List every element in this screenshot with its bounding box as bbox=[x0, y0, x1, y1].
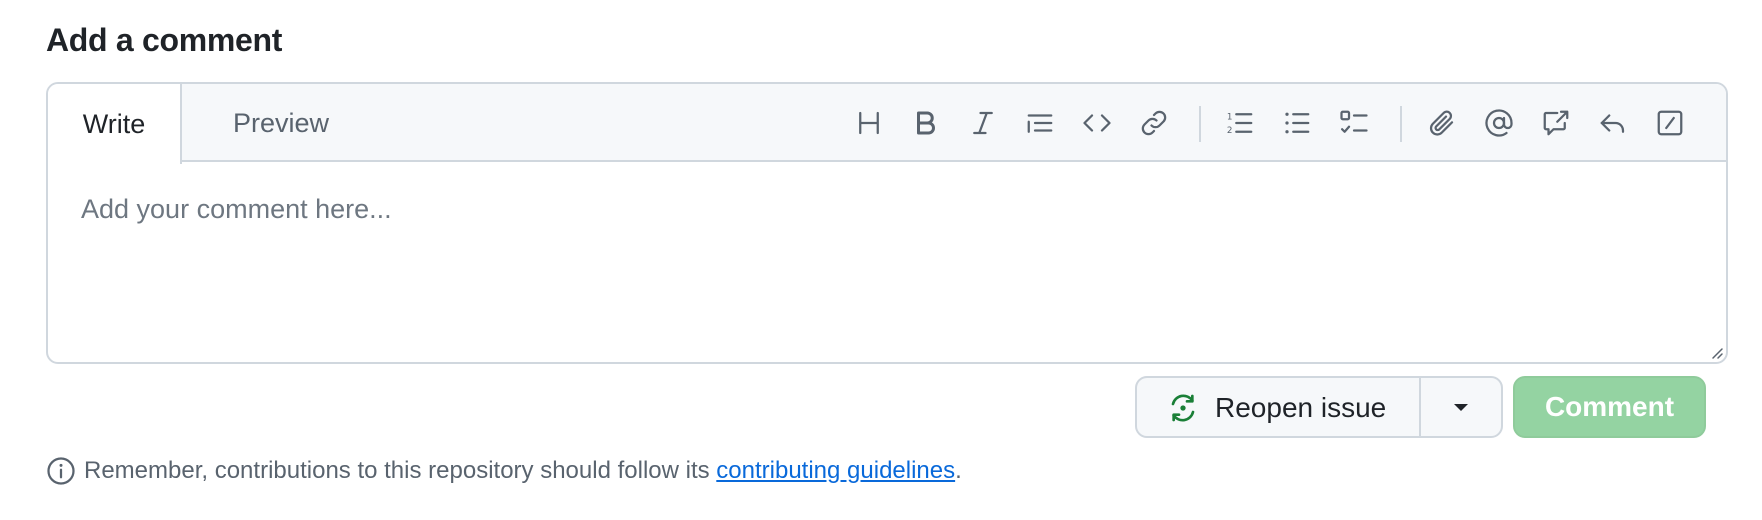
info-icon bbox=[47, 457, 75, 485]
contribution-note: Remember, contributions to this reposito… bbox=[46, 454, 962, 488]
note-prefix: Remember, contributions to this reposito… bbox=[84, 457, 717, 484]
contributing-guidelines-link[interactable]: contributing guidelines bbox=[716, 457, 955, 485]
reference-icon[interactable] bbox=[1533, 100, 1579, 146]
mention-icon[interactable] bbox=[1476, 100, 1522, 146]
reopen-options-button[interactable] bbox=[1421, 378, 1501, 436]
italic-icon[interactable] bbox=[960, 100, 1006, 146]
task-list-icon[interactable] bbox=[1331, 100, 1377, 146]
comment-editor: Write Preview 1 2 Add your comment here.… bbox=[46, 82, 1728, 364]
reopen-button-group: Reopen issue bbox=[1135, 376, 1503, 438]
comment-button[interactable]: Comment bbox=[1513, 376, 1706, 438]
reply-icon[interactable] bbox=[1590, 100, 1636, 146]
toolbar-divider bbox=[1400, 106, 1402, 142]
tab-preview[interactable]: Preview bbox=[216, 84, 346, 162]
comment-textarea[interactable] bbox=[48, 162, 1726, 362]
bold-icon[interactable] bbox=[903, 100, 949, 146]
note-suffix: . bbox=[955, 457, 962, 484]
attach-icon[interactable] bbox=[1419, 100, 1465, 146]
form-heading: Add a comment bbox=[46, 22, 283, 58]
toolbar-divider bbox=[1199, 106, 1201, 142]
heading-icon[interactable] bbox=[846, 100, 892, 146]
reopen-issue-label: Reopen issue bbox=[1215, 392, 1387, 423]
code-icon[interactable] bbox=[1074, 100, 1120, 146]
caret-down-icon bbox=[1454, 404, 1468, 411]
editor-header: Write Preview 1 2 bbox=[48, 84, 1726, 164]
slash-commands-icon[interactable] bbox=[1647, 100, 1693, 146]
quote-icon[interactable] bbox=[1017, 100, 1063, 146]
unordered-list-icon[interactable] bbox=[1274, 100, 1320, 146]
markdown-toolbar: 1 2 bbox=[826, 84, 1726, 162]
numbered-list-icon[interactable]: 1 2 bbox=[1217, 100, 1263, 146]
reopen-issue-button[interactable]: Reopen issue bbox=[1137, 378, 1421, 436]
svg-text:2: 2 bbox=[1227, 126, 1233, 136]
tab-write[interactable]: Write bbox=[48, 84, 182, 164]
resize-handle-icon[interactable] bbox=[1708, 344, 1724, 360]
link-icon[interactable] bbox=[1131, 100, 1177, 146]
comment-form: Add a comment Write Preview 1 2 Add your… bbox=[0, 0, 1762, 520]
reopen-icon bbox=[1171, 394, 1195, 422]
svg-text:1: 1 bbox=[1227, 112, 1233, 122]
